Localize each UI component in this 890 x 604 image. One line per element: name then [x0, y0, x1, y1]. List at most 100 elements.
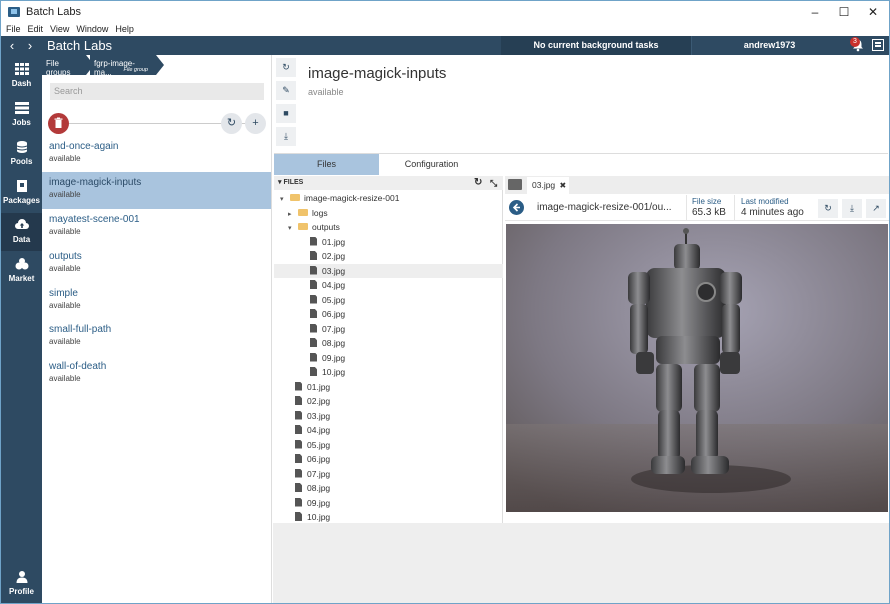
edit-action-button[interactable]: ✎ — [276, 81, 296, 100]
file-name: 03.jpg — [307, 410, 331, 421]
back-button[interactable]: ‹ — [3, 38, 21, 53]
list-item[interactable]: image-magick-inputs available — [42, 172, 271, 209]
file-name: 04.jpg — [307, 425, 331, 435]
forward-button[interactable]: › — [21, 38, 39, 53]
app-icon — [8, 6, 20, 17]
menu-edit[interactable]: Edit — [28, 24, 44, 34]
tree-file[interactable]: 02.jpg — [274, 249, 503, 264]
back-arrow-icon[interactable] — [509, 200, 524, 215]
plus-icon: + — [252, 117, 259, 129]
file-group-name: mayatest-scene-001 — [49, 214, 140, 225]
breadcrumb-file-group[interactable]: fgrp-image-ma... File group — [90, 55, 164, 77]
close-icon[interactable]: ✖ — [560, 181, 567, 190]
refresh-icon[interactable]: ↻ — [474, 176, 482, 190]
tree-file[interactable]: 05.jpg — [274, 293, 503, 308]
tree-file[interactable]: 08.jpg — [274, 481, 503, 496]
tree-file[interactable]: 02.jpg — [274, 394, 503, 409]
external-link-icon: ↗ — [872, 203, 880, 213]
tree-file[interactable]: 08.jpg — [274, 336, 503, 351]
open-external-button[interactable]: ↗ — [866, 199, 886, 218]
refresh-button[interactable]: ↻ — [221, 113, 242, 134]
maximize-button[interactable]: ☐ — [829, 1, 859, 22]
nav-pools[interactable]: Pools — [1, 135, 42, 173]
tab-files[interactable]: Files — [274, 154, 379, 175]
user-name[interactable]: andrew1973 — [691, 36, 847, 55]
search-input[interactable]: Search — [50, 83, 264, 100]
list-item[interactable]: outputs available — [42, 246, 271, 283]
menu-view[interactable]: View — [50, 24, 69, 34]
delete-action-button[interactable]: ■ — [276, 104, 296, 123]
folder-icon[interactable] — [508, 179, 522, 190]
menu-help[interactable]: Help — [115, 24, 134, 34]
menu-window[interactable]: Window — [76, 24, 108, 34]
file-icon — [310, 236, 317, 246]
background-tasks-status[interactable]: No current background tasks — [501, 36, 691, 55]
file-tab[interactable]: 03.jpg ✖ — [527, 177, 569, 194]
minimize-button[interactable]: – — [800, 1, 830, 22]
tree-file[interactable]: 09.jpg — [274, 496, 503, 511]
file-icon — [295, 439, 302, 449]
tree-file[interactable]: 06.jpg — [274, 452, 503, 467]
file-tab-label: 03.jpg — [532, 180, 556, 190]
file-tab-bar: 03.jpg ✖ — [505, 176, 889, 194]
list-item[interactable]: and-once-again available — [42, 136, 271, 173]
file-icon — [295, 454, 302, 463]
tree-file[interactable]: 03.jpg — [274, 409, 503, 424]
tree-file-selected[interactable]: 03.jpg — [274, 263, 503, 278]
collapse-caret-icon[interactable]: ▾ — [278, 179, 282, 186]
tree-file[interactable]: 01.jpg — [274, 380, 503, 395]
list-item[interactable]: small-full-path available — [42, 319, 271, 356]
nav-market[interactable]: Market — [1, 252, 42, 290]
nav-label: Dash — [11, 79, 32, 88]
download-file-button[interactable]: ⤓ — [842, 199, 862, 218]
tree-file[interactable]: 10.jpg — [274, 365, 503, 380]
file-path: image-magick-resize-001/ou... — [537, 202, 672, 213]
tab-bar: Files Configuration — [274, 153, 888, 175]
file-group-status: available — [49, 154, 81, 163]
folder-name: outputs — [312, 222, 340, 232]
tree-file[interactable]: 09.jpg — [274, 351, 503, 366]
download-action-button[interactable]: ⤓ — [276, 127, 296, 146]
refresh-action-button[interactable]: ↻ — [276, 58, 296, 77]
tab-configuration[interactable]: Configuration — [379, 154, 484, 175]
tree-file[interactable]: 07.jpg — [274, 467, 503, 482]
package-icon — [16, 180, 27, 192]
nav-packages[interactable]: Packages — [1, 174, 42, 212]
file-group-name: small-full-path — [49, 324, 112, 335]
file-icon — [310, 323, 317, 333]
file-name: 05.jpg — [322, 294, 346, 305]
file-name: 10.jpg — [322, 367, 346, 377]
tree-file[interactable]: 01.jpg — [274, 235, 503, 250]
add-button[interactable]: + — [245, 113, 266, 134]
tree-file[interactable]: 05.jpg — [274, 438, 503, 453]
file-name: 06.jpg — [322, 309, 346, 319]
list-item[interactable]: simple available — [42, 283, 271, 320]
menu-file[interactable]: File — [6, 24, 21, 34]
panel-icon[interactable] — [872, 39, 884, 51]
list-item[interactable]: wall-of-death available — [42, 356, 271, 393]
nav-dash[interactable]: Dash — [1, 57, 42, 95]
tree-file[interactable]: 07.jpg — [274, 322, 503, 337]
tree-file[interactable]: 04.jpg — [274, 423, 503, 438]
list-item[interactable]: mayatest-scene-001 available — [42, 209, 271, 246]
file-tree-header: ▾ FILES ↻ ⤡ — [274, 176, 503, 190]
file-name: 07.jpg — [307, 468, 331, 479]
nav-profile[interactable]: Profile — [1, 565, 42, 603]
folder-icon — [298, 208, 308, 216]
file-name: 01.jpg — [322, 236, 346, 247]
tree-folder-root[interactable]: ▾ image-magick-resize-001 — [274, 191, 503, 206]
tree-file[interactable]: 06.jpg — [274, 307, 503, 322]
tree-folder-outputs[interactable]: ▾ outputs — [274, 220, 503, 235]
file-name: 08.jpg — [307, 483, 331, 493]
collapse-all-icon[interactable]: ⤡ — [490, 176, 497, 190]
nav-data[interactable]: Data — [1, 213, 42, 251]
refresh-file-button[interactable]: ↻ — [818, 199, 838, 218]
close-button[interactable]: ✕ — [858, 1, 888, 22]
divider — [686, 195, 687, 221]
breadcrumb-file-groups[interactable]: File groups — [42, 55, 94, 77]
tree-folder-logs[interactable]: ▸ logs — [274, 206, 503, 221]
tree-file[interactable]: 04.jpg — [274, 278, 503, 293]
nav-jobs[interactable]: Jobs — [1, 96, 42, 134]
delete-button[interactable] — [48, 113, 69, 134]
file-group-status: available — [49, 301, 81, 310]
